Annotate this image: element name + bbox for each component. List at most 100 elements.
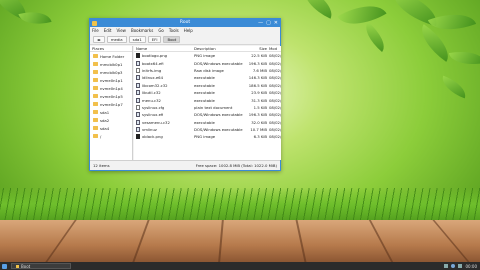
battery-icon[interactable]: [458, 264, 463, 268]
file-row[interactable]: menu.c32 executable 31.3 KiB 08/02/: [134, 96, 281, 103]
file-row[interactable]: ldlinux.e64 executable 146.3 KiB 08/02/: [134, 74, 281, 81]
clock[interactable]: 00:00: [465, 264, 477, 269]
file-row[interactable]: vesamenu.c32 executable 32.0 KiB 08/02/: [134, 119, 281, 126]
file-list: Name Description Size Mod bootlogo.png PN…: [134, 46, 281, 160]
sidebar-item-label: nvme0n1p4: [100, 85, 123, 91]
column-size[interactable]: Size: [246, 46, 268, 51]
sidebar-item[interactable]: sda4: [90, 124, 132, 132]
sidebar-item-label: nvme0n1p7: [100, 101, 123, 107]
sidebar-item[interactable]: mmcblk0p1: [90, 60, 132, 68]
sidebar-item-label: /: [100, 133, 102, 139]
sidebar-item[interactable]: nvme0n1p7: [90, 100, 132, 108]
menu-file[interactable]: File: [92, 28, 99, 33]
file-row[interactable]: libutil.c32 executable 23.9 KiB 08/02/: [134, 89, 281, 96]
menu-bar: File Edit View Bookmarks Go Tools Help: [90, 27, 280, 34]
taskbar: Boot 00:00: [0, 262, 480, 270]
column-name[interactable]: Name: [134, 46, 194, 51]
file-description: executable: [194, 119, 215, 125]
file-name-cell: vesamenu.c32: [134, 119, 194, 125]
file-description: executable: [194, 90, 215, 96]
file-size: 32.0 KiB: [251, 119, 267, 125]
file-name: syslinux.efi: [142, 112, 164, 118]
sidebar-item[interactable]: /: [90, 132, 132, 140]
sidebar-item[interactable]: sda2: [90, 116, 132, 124]
file-name-cell: bootx64.efi: [134, 60, 194, 66]
file-row[interactable]: bootlogo.png PNG image 22.5 KiB 08/02/: [134, 52, 281, 59]
system-tray: 00:00: [444, 264, 480, 269]
free-space: Free space: 1002.8 MiB (Total: 1022.0 Mi…: [195, 163, 277, 168]
window-title: Root: [179, 20, 191, 25]
sidebar-item-label: mmcblk0p3: [100, 69, 123, 75]
folder-icon: [93, 134, 98, 138]
file-size: 196.3 KiB: [248, 112, 267, 118]
sidebar-item[interactable]: sda1: [90, 108, 132, 116]
file-row[interactable]: syslinux.efi DOS/Windows executable 196.3 …: [134, 111, 281, 118]
sidebar-item[interactable]: nvme0n1p1: [90, 76, 132, 84]
column-description[interactable]: Description: [194, 46, 246, 51]
folder-icon: [93, 126, 98, 130]
places-sidebar: Places Home Folder mmcblk0p1 mmcblk0p3 nvme…: [90, 46, 133, 160]
file-row[interactable]: syslinux.cfg plain text document 1.5 KiB 08…: [134, 104, 281, 111]
file-name: initrfs.img: [142, 67, 162, 73]
sidebar-item-label: nvme0n1p5: [100, 93, 123, 99]
path-toggle-button[interactable]: ◂▸: [93, 35, 105, 43]
file-icon: [136, 119, 140, 125]
path-segment-efi[interactable]: EFI: [147, 35, 162, 43]
menu-tools[interactable]: Tools: [169, 28, 179, 33]
file-name: bootlogo.png: [142, 53, 168, 59]
volume-icon[interactable]: [451, 264, 456, 268]
file-description: DOS/Windows executable: [194, 127, 243, 133]
file-modified: 08/02/: [269, 127, 281, 133]
sidebar-item-label: mmcblk0p1: [100, 61, 123, 67]
file-name-cell: syslinux.efi: [134, 112, 194, 118]
start-menu-icon[interactable]: [2, 263, 7, 269]
file-name-cell: initrfs.img: [134, 67, 194, 73]
sidebar-item-label: Home Folder: [100, 53, 125, 59]
file-modified: 08/02/: [269, 104, 281, 110]
file-icon: [136, 60, 140, 66]
path-segment-media[interactable]: media: [106, 35, 127, 43]
file-description: PNG image: [194, 53, 216, 59]
file-size: 22.5 KiB: [251, 53, 267, 59]
taskbar-task-boot[interactable]: Boot: [11, 263, 71, 269]
menu-go[interactable]: Go: [158, 28, 164, 33]
network-icon[interactable]: [444, 264, 449, 268]
file-description: DOS/Windows executable: [194, 112, 243, 118]
path-segment-sda1[interactable]: sda1: [128, 35, 146, 43]
file-name-cell: xblack.png: [134, 134, 194, 140]
menu-edit[interactable]: Edit: [104, 28, 112, 33]
leaf-decoration: [297, 0, 339, 19]
file-size: 196.3 KiB: [248, 60, 267, 66]
sidebar-item[interactable]: mmcblk0p3: [90, 68, 132, 76]
sidebar-item-label: sda1: [100, 109, 110, 115]
menu-help[interactable]: Help: [184, 28, 193, 33]
file-description: PNG image: [194, 134, 216, 140]
sidebar-item[interactable]: nvme0n1p5: [90, 92, 132, 100]
maximize-button[interactable]: ▢: [266, 20, 271, 26]
file-size: 10.7 MiB: [250, 127, 267, 133]
column-modified[interactable]: Mod: [268, 46, 281, 51]
sidebar-item[interactable]: Home Folder: [90, 52, 132, 60]
file-modified: 08/02/: [269, 53, 281, 59]
file-name-cell: bootlogo.png: [134, 53, 194, 59]
file-row[interactable]: bootx64.efi DOS/Windows executable 196.3 K…: [134, 59, 281, 66]
file-row[interactable]: vmlinuz DOS/Windows executable 10.7 MiB 08/…: [134, 126, 281, 133]
file-row[interactable]: initrfs.img Raw disk image 7.6 MiB 08/02/: [134, 67, 281, 74]
file-row[interactable]: xblack.png PNG image 6.3 KiB 08/02/: [134, 133, 281, 140]
folder-icon: [93, 102, 98, 106]
sidebar-item[interactable]: nvme0n1p4: [90, 84, 132, 92]
minimize-button[interactable]: —: [258, 20, 263, 26]
file-row[interactable]: libcom32.c32 executable 186.5 KiB 08/02/: [134, 82, 281, 89]
file-modified: 08/02/: [269, 82, 281, 88]
sidebar-item-label: sda4: [100, 125, 110, 131]
menu-view[interactable]: View: [116, 28, 126, 33]
file-description: executable: [194, 75, 215, 81]
leaf-decoration: [438, 75, 470, 99]
file-size: 1.5 KiB: [253, 104, 267, 110]
path-segment-boot[interactable]: Boot: [163, 35, 181, 43]
sidebar-item-label: sda2: [100, 117, 110, 123]
title-bar[interactable]: Root — ▢ ✕: [90, 19, 280, 27]
file-modified: 08/02/: [269, 112, 281, 118]
menu-bookmarks[interactable]: Bookmarks: [131, 28, 153, 33]
close-button[interactable]: ✕: [274, 20, 278, 26]
